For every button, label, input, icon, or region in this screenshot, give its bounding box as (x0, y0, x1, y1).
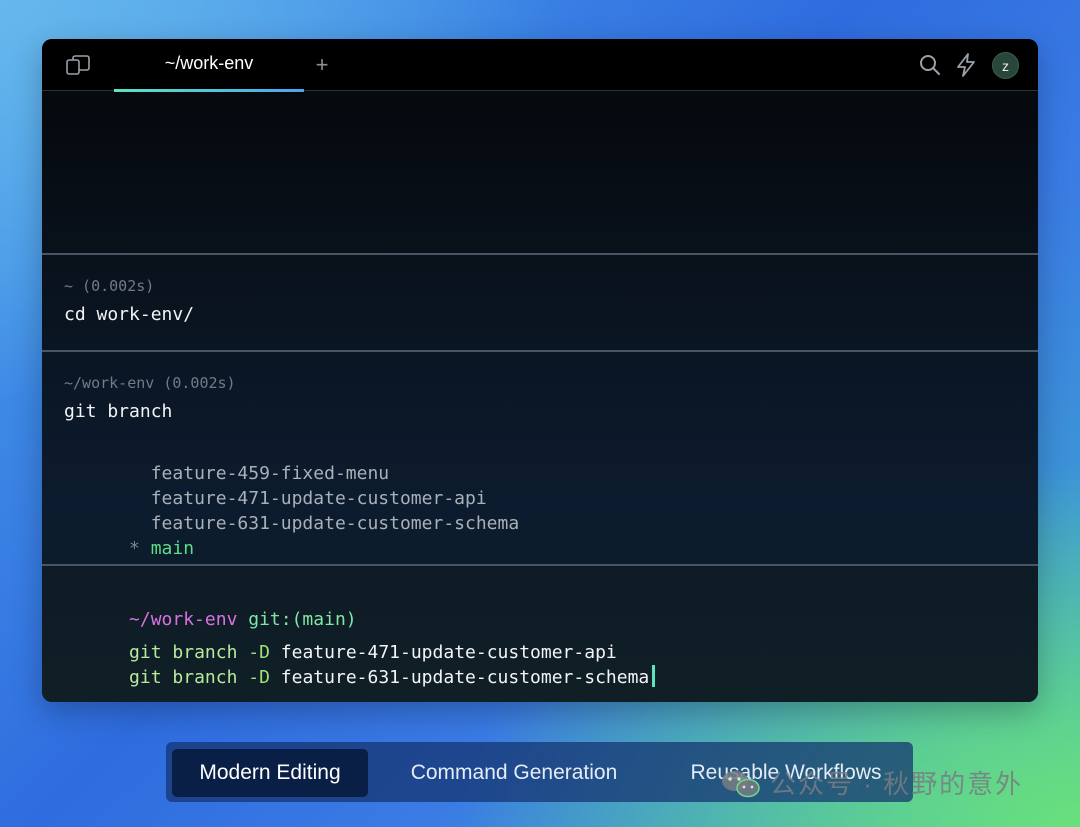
ai-command-button[interactable] (954, 52, 978, 78)
lightning-bolt-icon (957, 53, 975, 77)
tab-title: ~/work-env (164, 53, 254, 73)
new-tab-button[interactable]: + (312, 53, 332, 77)
command-block[interactable]: ~ (0.002s) cd work-env/ (42, 255, 1038, 350)
text-cursor (652, 665, 656, 687)
watermark-text: 公众号 · 秋野的意外 (770, 769, 1024, 799)
command-input-editor[interactable]: ~/work-env git:(main) git branch -D feat… (42, 566, 1038, 702)
active-tab-indicator (114, 89, 304, 92)
block-command: cd work-env/ (64, 304, 195, 325)
title-bar: ~/work-env + z (42, 39, 1038, 92)
panel-icon (66, 55, 90, 75)
tab-modern-editing[interactable]: Modern Editing (172, 749, 368, 797)
search-button[interactable] (918, 53, 942, 77)
tab-work-env[interactable]: ~/work-env (114, 39, 304, 92)
block-meta: ~/work-env (0.002s) (64, 374, 236, 392)
tab-command-generation[interactable]: Command Generation (386, 749, 642, 797)
block-command: git branch (64, 401, 173, 422)
watermark: 公众号 · 秋野的意外 (720, 764, 1023, 804)
input-line[interactable]: git branch -D feature-631-update-custome… (64, 644, 656, 702)
command-block[interactable]: ~/work-env (0.002s) git branch feature-4… (42, 352, 1038, 564)
search-icon (920, 55, 940, 75)
wechat-logo-icon (722, 771, 760, 798)
terminal-window: ~/work-env + z ~ (0.002s) cd work-env/ ~… (42, 39, 1038, 702)
block-meta: ~ (0.002s) (64, 277, 155, 295)
toggle-panel-button[interactable] (64, 53, 92, 77)
user-avatar[interactable]: z (992, 52, 1019, 79)
